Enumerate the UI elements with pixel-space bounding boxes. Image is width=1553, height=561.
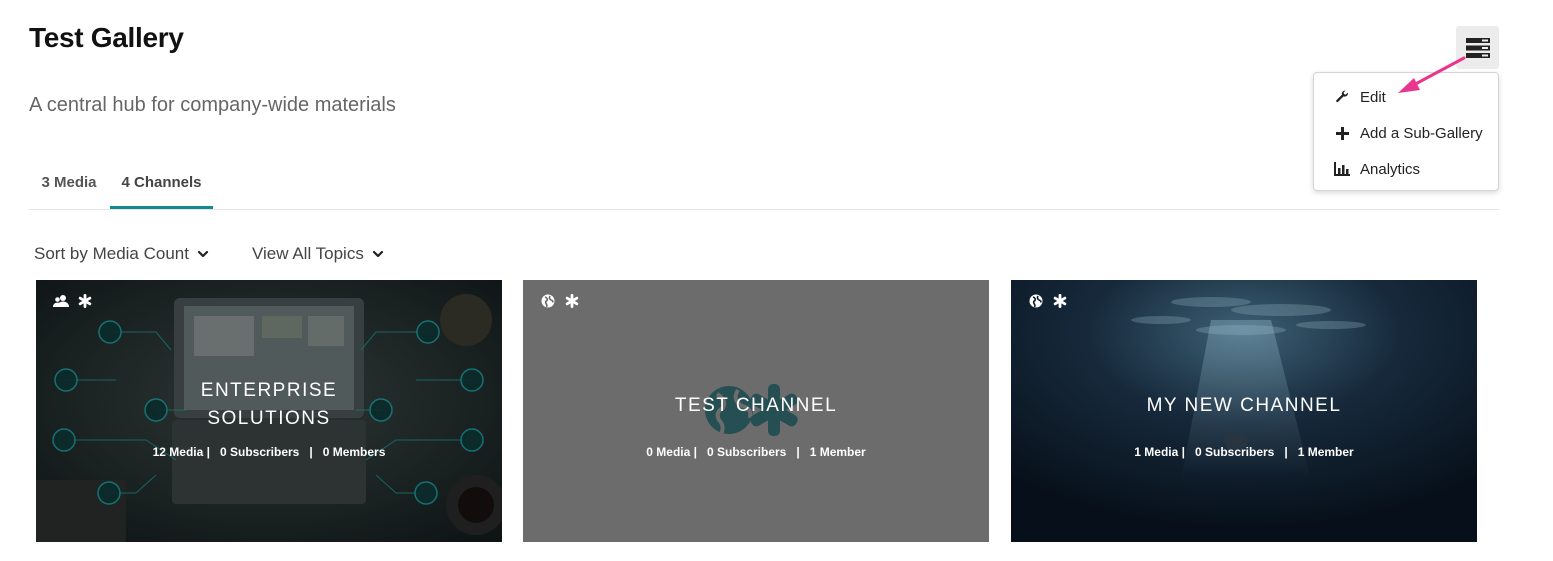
- channel-card-my-new-channel[interactable]: MY NEW CHANNEL 1 Media | 0 Subscribers |…: [1011, 280, 1477, 542]
- page-title: Test Gallery: [29, 22, 184, 53]
- page-description: A central hub for company-wide materials: [29, 94, 396, 116]
- channel-card-enterprise-solutions[interactable]: ENTERPRISE SOLUTIONS 12 Media | 0 Subscr…: [36, 280, 502, 542]
- asterisk-icon: [77, 293, 93, 309]
- globe-icon: [540, 293, 556, 309]
- tab-bar: 3 Media 4 Channels: [29, 160, 1499, 210]
- channel-title: TEST CHANNEL: [674, 395, 838, 416]
- wrench-icon: [1334, 89, 1350, 105]
- actions-menu-button[interactable]: [1456, 26, 1499, 69]
- globe-icon: [1028, 293, 1044, 309]
- asterisk-icon: [1052, 293, 1068, 309]
- topics-dropdown-label: View All Topics: [252, 244, 364, 263]
- channel-stats: 12 Media | 0 Subscribers | 0 Members: [152, 445, 386, 459]
- sort-dropdown[interactable]: Sort by Media Count: [34, 244, 209, 264]
- sort-dropdown-label: Sort by Media Count: [34, 244, 189, 263]
- menu-item-label: Edit: [1360, 88, 1386, 106]
- chevron-down-icon: [372, 250, 383, 258]
- topics-dropdown[interactable]: View All Topics: [252, 244, 384, 264]
- users-icon: [53, 293, 69, 309]
- channel-title: ENTERPRISE: [200, 380, 338, 401]
- menu-item-add-sub-gallery[interactable]: Add a Sub-Gallery: [1314, 118, 1498, 148]
- chevron-down-icon: [197, 250, 209, 258]
- channel-stats: 0 Media | 0 Subscribers | 1 Member: [646, 445, 866, 459]
- channel-title: MY NEW CHANNEL: [1146, 395, 1342, 416]
- menu-lines-icon: [1465, 37, 1490, 58]
- channel-badges: [1028, 293, 1068, 309]
- channel-stats: 1 Media | 0 Subscribers | 1 Member: [1134, 445, 1354, 459]
- tab-media[interactable]: 3 Media: [29, 160, 109, 209]
- menu-item-edit[interactable]: Edit: [1314, 82, 1498, 112]
- plus-icon: [1334, 125, 1350, 141]
- menu-item-label: Add a Sub-Gallery: [1360, 124, 1483, 142]
- channel-title-line2: SOLUTIONS: [207, 408, 331, 429]
- channel-card-test-channel[interactable]: TEST CHANNEL 0 Media | 0 Subscribers | 1…: [523, 280, 989, 542]
- channel-badges: [53, 293, 93, 309]
- tab-channels[interactable]: 4 Channels: [110, 160, 213, 209]
- channel-badges: [540, 293, 580, 309]
- asterisk-icon: [564, 293, 580, 309]
